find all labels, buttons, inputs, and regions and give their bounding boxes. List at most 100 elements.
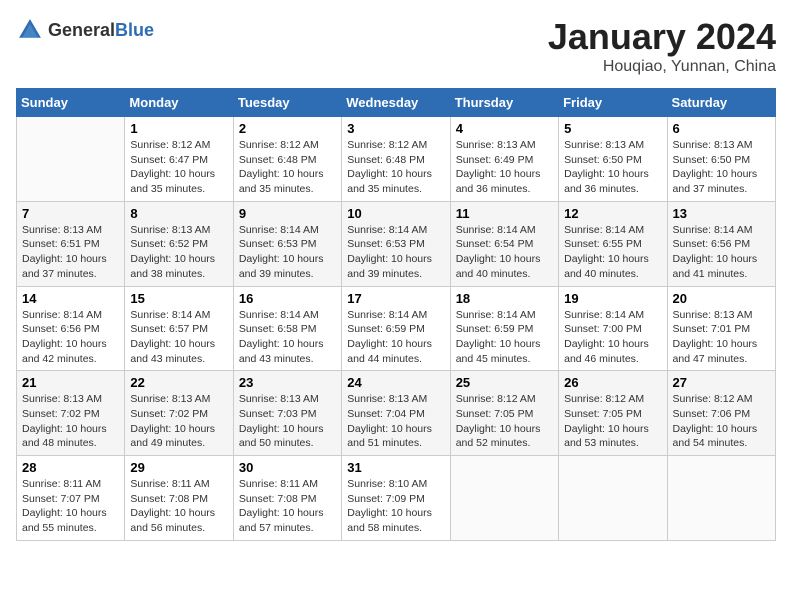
day-number: 10 <box>347 206 444 221</box>
day-number: 14 <box>22 291 119 306</box>
day-number: 28 <box>22 460 119 475</box>
day-number: 20 <box>673 291 770 306</box>
day-number: 4 <box>456 121 553 136</box>
calendar-week-row: 28 Sunrise: 8:11 AMSunset: 7:07 PMDayligh… <box>17 456 776 541</box>
weekday-header-wednesday: Wednesday <box>342 89 450 117</box>
day-info: Sunrise: 8:10 AMSunset: 7:09 PMDaylight:… <box>347 477 444 536</box>
day-info: Sunrise: 8:14 AMSunset: 6:56 PMDaylight:… <box>22 308 119 367</box>
calendar-subtitle: Houqiao, Yunnan, China <box>548 58 776 76</box>
calendar-cell: 20 Sunrise: 8:13 AMSunset: 7:01 PMDayligh… <box>667 286 775 371</box>
calendar-cell: 7Sunrise: 8:13 AMSunset: 6:51 PMDaylight… <box>17 201 125 286</box>
day-number: 27 <box>673 375 770 390</box>
day-info: Sunrise: 8:12 AMSunset: 6:48 PMDaylight:… <box>239 138 336 197</box>
day-info: Sunrise: 8:11 AMSunset: 7:07 PMDaylight:… <box>22 477 119 536</box>
calendar-cell: 1 Sunrise: 8:12 AMSunset: 6:47 PMDaylight… <box>125 117 233 202</box>
day-info: Sunrise: 8:14 AMSunset: 6:59 PMDaylight:… <box>456 308 553 367</box>
day-info: Sunrise: 8:12 AMSunset: 6:48 PMDaylight:… <box>347 138 444 197</box>
calendar-week-row: 7Sunrise: 8:13 AMSunset: 6:51 PMDaylight… <box>17 201 776 286</box>
day-number: 8 <box>130 206 227 221</box>
day-info: Sunrise: 8:14 AMSunset: 7:00 PMDaylight:… <box>564 308 661 367</box>
day-info: Sunrise: 8:13 AMSunset: 7:04 PMDaylight:… <box>347 392 444 451</box>
calendar-cell: 9 Sunrise: 8:14 AMSunset: 6:53 PMDaylight… <box>233 201 341 286</box>
calendar-cell: 2 Sunrise: 8:12 AMSunset: 6:48 PMDaylight… <box>233 117 341 202</box>
calendar-cell: 30 Sunrise: 8:11 AMSunset: 7:08 PMDayligh… <box>233 456 341 541</box>
title-block: January 2024 Houqiao, Yunnan, China <box>548 16 776 76</box>
day-number: 23 <box>239 375 336 390</box>
day-info: Sunrise: 8:12 AMSunset: 7:06 PMDaylight:… <box>673 392 770 451</box>
day-info: Sunrise: 8:11 AMSunset: 7:08 PMDaylight:… <box>239 477 336 536</box>
calendar-cell: 17Sunrise: 8:14 AMSunset: 6:59 PMDayligh… <box>342 286 450 371</box>
logo-text-general: General <box>48 20 115 40</box>
day-number: 26 <box>564 375 661 390</box>
day-info: Sunrise: 8:13 AMSunset: 6:50 PMDaylight:… <box>673 138 770 197</box>
calendar-cell: 14 Sunrise: 8:14 AMSunset: 6:56 PMDayligh… <box>17 286 125 371</box>
day-info: Sunrise: 8:13 AMSunset: 7:02 PMDaylight:… <box>22 392 119 451</box>
day-number: 29 <box>130 460 227 475</box>
day-info: Sunrise: 8:14 AMSunset: 6:57 PMDaylight:… <box>130 308 227 367</box>
day-info: Sunrise: 8:12 AMSunset: 7:05 PMDaylight:… <box>564 392 661 451</box>
logo-icon <box>16 16 44 44</box>
calendar-cell: 28 Sunrise: 8:11 AMSunset: 7:07 PMDayligh… <box>17 456 125 541</box>
calendar-cell <box>17 117 125 202</box>
day-number: 24 <box>347 375 444 390</box>
calendar-cell: 3 Sunrise: 8:12 AMSunset: 6:48 PMDaylight… <box>342 117 450 202</box>
calendar-cell <box>559 456 667 541</box>
calendar-table: SundayMondayTuesdayWednesdayThursdayFrid… <box>16 88 776 541</box>
day-info: Sunrise: 8:14 AMSunset: 6:58 PMDaylight:… <box>239 308 336 367</box>
day-info: Sunrise: 8:14 AMSunset: 6:55 PMDaylight:… <box>564 223 661 282</box>
day-info: Sunrise: 8:13 AMSunset: 7:02 PMDaylight:… <box>130 392 227 451</box>
calendar-week-row: 21Sunrise: 8:13 AMSunset: 7:02 PMDayligh… <box>17 371 776 456</box>
calendar-week-row: 1 Sunrise: 8:12 AMSunset: 6:47 PMDaylight… <box>17 117 776 202</box>
weekday-header-thursday: Thursday <box>450 89 558 117</box>
weekday-header-saturday: Saturday <box>667 89 775 117</box>
day-number: 6 <box>673 121 770 136</box>
calendar-cell: 8 Sunrise: 8:13 AMSunset: 6:52 PMDaylight… <box>125 201 233 286</box>
day-number: 3 <box>347 121 444 136</box>
logo-text-blue: Blue <box>115 20 154 40</box>
day-info: Sunrise: 8:14 AMSunset: 6:54 PMDaylight:… <box>456 223 553 282</box>
day-info: Sunrise: 8:13 AMSunset: 7:01 PMDaylight:… <box>673 308 770 367</box>
calendar-cell: 26 Sunrise: 8:12 AMSunset: 7:05 PMDayligh… <box>559 371 667 456</box>
day-info: Sunrise: 8:14 AMSunset: 6:53 PMDaylight:… <box>239 223 336 282</box>
day-info: Sunrise: 8:13 AMSunset: 6:50 PMDaylight:… <box>564 138 661 197</box>
weekday-header-sunday: Sunday <box>17 89 125 117</box>
day-number: 18 <box>456 291 553 306</box>
day-number: 17 <box>347 291 444 306</box>
calendar-cell: 11 Sunrise: 8:14 AMSunset: 6:54 PMDayligh… <box>450 201 558 286</box>
calendar-cell: 13 Sunrise: 8:14 AMSunset: 6:56 PMDayligh… <box>667 201 775 286</box>
weekday-header-row: SundayMondayTuesdayWednesdayThursdayFrid… <box>17 89 776 117</box>
day-number: 19 <box>564 291 661 306</box>
day-number: 12 <box>564 206 661 221</box>
day-number: 1 <box>130 121 227 136</box>
calendar-cell: 29 Sunrise: 8:11 AMSunset: 7:08 PMDayligh… <box>125 456 233 541</box>
day-number: 31 <box>347 460 444 475</box>
day-number: 2 <box>239 121 336 136</box>
day-number: 25 <box>456 375 553 390</box>
day-info: Sunrise: 8:12 AMSunset: 7:05 PMDaylight:… <box>456 392 553 451</box>
day-number: 30 <box>239 460 336 475</box>
calendar-cell: 22Sunrise: 8:13 AMSunset: 7:02 PMDayligh… <box>125 371 233 456</box>
calendar-cell <box>450 456 558 541</box>
weekday-header-tuesday: Tuesday <box>233 89 341 117</box>
day-number: 9 <box>239 206 336 221</box>
day-info: Sunrise: 8:14 AMSunset: 6:56 PMDaylight:… <box>673 223 770 282</box>
calendar-cell: 4 Sunrise: 8:13 AMSunset: 6:49 PMDaylight… <box>450 117 558 202</box>
day-info: Sunrise: 8:12 AMSunset: 6:47 PMDaylight:… <box>130 138 227 197</box>
calendar-cell: 12 Sunrise: 8:14 AMSunset: 6:55 PMDayligh… <box>559 201 667 286</box>
day-info: Sunrise: 8:14 AMSunset: 6:53 PMDaylight:… <box>347 223 444 282</box>
day-number: 13 <box>673 206 770 221</box>
page-header: GeneralBlue January 2024 Houqiao, Yunnan… <box>16 16 776 76</box>
calendar-title: January 2024 <box>548 16 776 58</box>
day-info: Sunrise: 8:13 AMSunset: 6:49 PMDaylight:… <box>456 138 553 197</box>
day-info: Sunrise: 8:11 AMSunset: 7:08 PMDaylight:… <box>130 477 227 536</box>
day-info: Sunrise: 8:13 AMSunset: 6:52 PMDaylight:… <box>130 223 227 282</box>
weekday-header-friday: Friday <box>559 89 667 117</box>
day-number: 7 <box>22 206 119 221</box>
day-number: 11 <box>456 206 553 221</box>
calendar-cell: 10 Sunrise: 8:14 AMSunset: 6:53 PMDayligh… <box>342 201 450 286</box>
day-number: 15 <box>130 291 227 306</box>
calendar-cell: 24 Sunrise: 8:13 AMSunset: 7:04 PMDayligh… <box>342 371 450 456</box>
calendar-cell: 27 Sunrise: 8:12 AMSunset: 7:06 PMDayligh… <box>667 371 775 456</box>
calendar-cell: 19 Sunrise: 8:14 AMSunset: 7:00 PMDayligh… <box>559 286 667 371</box>
calendar-cell: 25 Sunrise: 8:12 AMSunset: 7:05 PMDayligh… <box>450 371 558 456</box>
